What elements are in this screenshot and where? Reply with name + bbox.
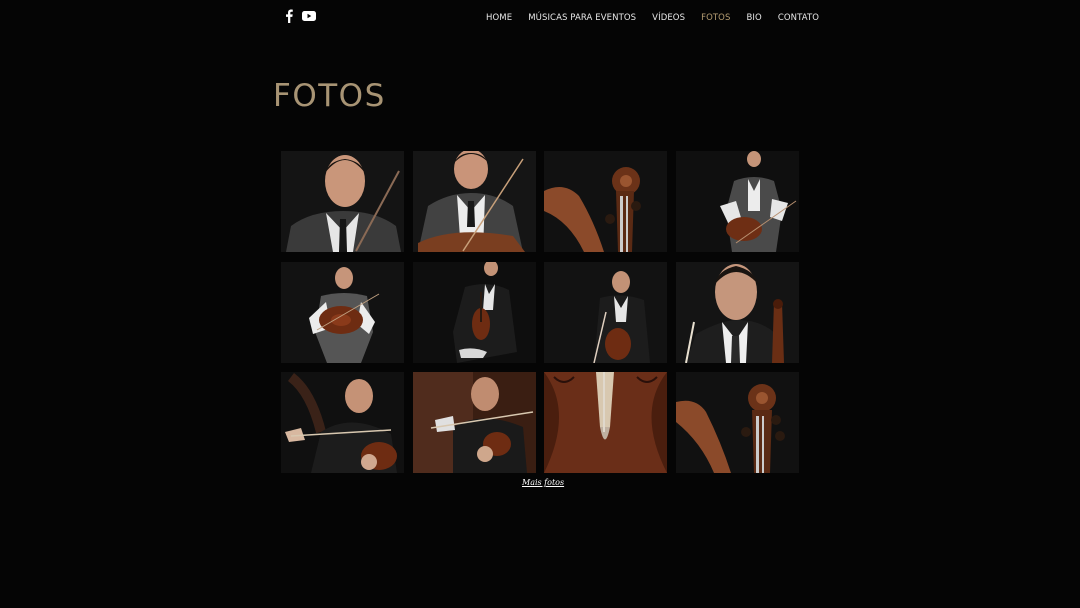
gallery-photo[interactable] <box>675 261 799 363</box>
gallery-photo[interactable] <box>412 261 536 363</box>
youtube-icon[interactable] <box>302 9 316 23</box>
main-nav: HOME MÚSICAS PARA EVENTOS VÍDEOS FOTOS B… <box>478 10 827 26</box>
nav-item-bio[interactable]: BIO <box>738 10 769 26</box>
gallery-photo[interactable] <box>544 151 667 252</box>
gallery-photo[interactable] <box>675 372 799 473</box>
nav-item-fotos[interactable]: FOTOS <box>693 10 738 26</box>
nav-item-contato[interactable]: CONTATO <box>770 10 827 26</box>
nav-item-musicas-para-eventos[interactable]: MÚSICAS PARA EVENTOS <box>520 10 644 26</box>
nav-item-videos[interactable]: VÍDEOS <box>644 10 693 26</box>
gallery-photo[interactable] <box>544 372 667 473</box>
nav-item-home[interactable]: HOME <box>478 10 520 26</box>
gallery-photo[interactable] <box>281 372 404 473</box>
gallery-photo[interactable] <box>412 372 536 473</box>
gallery-photo[interactable] <box>281 261 404 363</box>
gallery-photo[interactable] <box>281 151 404 252</box>
gallery-photo[interactable] <box>412 151 536 252</box>
photo-gallery <box>281 151 799 473</box>
more-photos-link[interactable]: Mais fotos <box>522 478 564 487</box>
page: HOME MÚSICAS PARA EVENTOS VÍDEOS FOTOS B… <box>0 0 1080 608</box>
social-links <box>284 9 316 23</box>
gallery-photo[interactable] <box>544 261 667 363</box>
facebook-icon[interactable] <box>284 9 294 23</box>
page-title: FOTOS <box>273 78 386 114</box>
gallery-photo[interactable] <box>675 151 799 252</box>
